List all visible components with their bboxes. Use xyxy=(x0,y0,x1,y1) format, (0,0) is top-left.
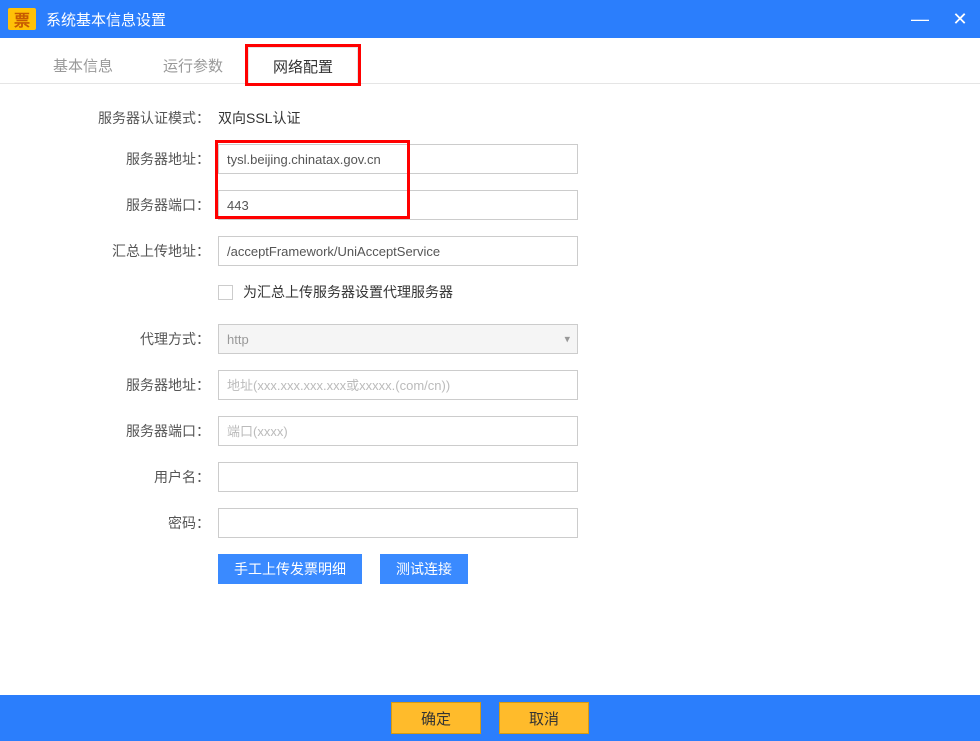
password-label: 密码： xyxy=(0,513,210,533)
proxy-method-label: 代理方式： xyxy=(0,329,210,349)
row-username: 用户名： xyxy=(0,462,980,492)
row-proxy-method: 代理方式： ▾ xyxy=(0,324,980,354)
ok-button[interactable]: 确定 xyxy=(391,702,481,734)
row-password: 密码： xyxy=(0,508,980,538)
username-label: 用户名： xyxy=(0,467,210,487)
minimize-button[interactable]: ― xyxy=(900,0,940,38)
server-port-input[interactable] xyxy=(218,190,578,220)
proxy-port-input[interactable] xyxy=(218,416,578,446)
proxy-checkbox-label: 为汇总上传服务器设置代理服务器 xyxy=(243,282,453,302)
window-controls: ― ✕ xyxy=(900,0,980,38)
row-server-address: 服务器地址： xyxy=(0,144,980,174)
test-connection-button[interactable]: 测试连接 xyxy=(380,554,468,584)
action-buttons: 手工上传发票明细 测试连接 xyxy=(218,554,980,584)
username-input[interactable] xyxy=(218,462,578,492)
server-port-label: 服务器端口： xyxy=(0,195,210,215)
tab-network-config[interactable]: 网络配置 xyxy=(248,47,358,85)
row-proxy-checkbox: 为汇总上传服务器设置代理服务器 xyxy=(218,282,980,302)
row-upload-address: 汇总上传地址： xyxy=(0,236,980,266)
auth-mode-label: 服务器认证模式： xyxy=(0,108,210,128)
tabs: 基本信息 运行参数 网络配置 xyxy=(0,38,980,84)
row-proxy-port: 服务器端口： xyxy=(0,416,980,446)
manual-upload-button[interactable]: 手工上传发票明细 xyxy=(218,554,362,584)
password-input[interactable] xyxy=(218,508,578,538)
tab-label: 网络配置 xyxy=(273,56,333,77)
tab-basic-info[interactable]: 基本信息 xyxy=(28,46,138,84)
row-proxy-address: 服务器地址： xyxy=(0,370,980,400)
row-auth-mode: 服务器认证模式： 双向SSL认证 xyxy=(0,108,980,128)
window-title: 系统基本信息设置 xyxy=(46,9,166,30)
close-button[interactable]: ✕ xyxy=(940,0,980,38)
title-bar: 票 系统基本信息设置 ― ✕ xyxy=(0,0,980,38)
form-area: 服务器认证模式： 双向SSL认证 服务器地址： 服务器端口： 汇总上传地址： 为… xyxy=(0,84,980,584)
upload-address-input[interactable] xyxy=(218,236,578,266)
proxy-method-select[interactable] xyxy=(218,324,578,354)
server-address-input[interactable] xyxy=(218,144,578,174)
footer-bar: 确定 取消 xyxy=(0,695,980,741)
app-icon: 票 xyxy=(8,8,36,30)
proxy-address-input[interactable] xyxy=(218,370,578,400)
auth-mode-value: 双向SSL认证 xyxy=(218,108,300,128)
cancel-button[interactable]: 取消 xyxy=(499,702,589,734)
proxy-port-label: 服务器端口： xyxy=(0,421,210,441)
server-address-label: 服务器地址： xyxy=(0,149,210,169)
proxy-address-label: 服务器地址： xyxy=(0,375,210,395)
row-server-port: 服务器端口： xyxy=(0,190,980,220)
upload-address-label: 汇总上传地址： xyxy=(0,241,210,261)
proxy-checkbox[interactable] xyxy=(218,285,233,300)
tab-run-params[interactable]: 运行参数 xyxy=(138,46,248,84)
